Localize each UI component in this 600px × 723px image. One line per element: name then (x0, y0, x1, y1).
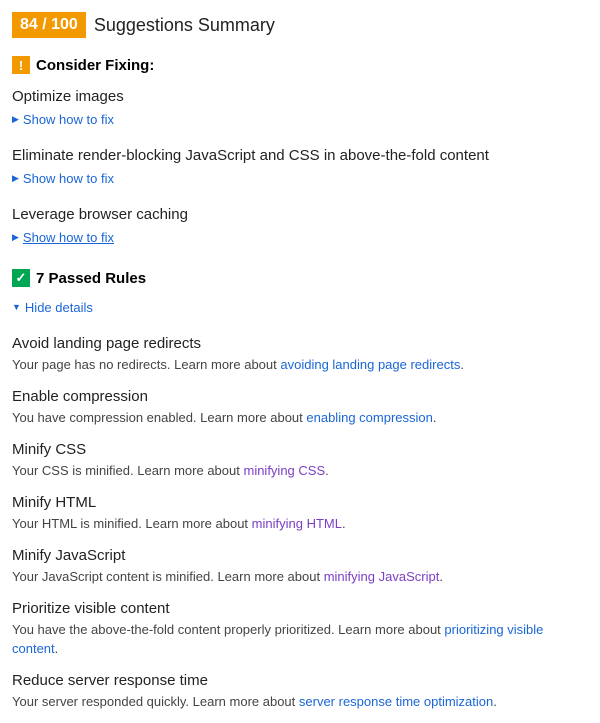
passed-rule-title: Prioritize visible content (12, 600, 588, 617)
passed-rule-title: Enable compression (12, 388, 588, 405)
chevron-right-icon: ▶ (12, 232, 19, 243)
desc-text: . (55, 641, 59, 656)
desc-text: Your JavaScript content is minified. Lea… (12, 569, 324, 584)
desc-text: Your CSS is minified. Learn more about (12, 463, 243, 478)
check-icon: ✓ (12, 269, 30, 287)
passed-rule-title: Minify HTML (12, 494, 588, 511)
passed-rule-description: Your server responded quickly. Learn mor… (12, 693, 588, 711)
passed-rule-description: Your page has no redirects. Learn more a… (12, 356, 588, 374)
score-badge: 84 / 100 (12, 12, 86, 38)
learn-more-link[interactable]: enabling compression (306, 410, 432, 425)
passed-rule-description: Your JavaScript content is minified. Lea… (12, 568, 588, 586)
warning-icon: ! (12, 56, 30, 74)
show-how-to-fix-label: Show how to fix (23, 112, 114, 127)
passed-rule-title: Minify CSS (12, 441, 588, 458)
learn-more-link[interactable]: minifying CSS (243, 463, 325, 478)
desc-text: You have compression enabled. Learn more… (12, 410, 306, 425)
consider-rule-title: Leverage browser caching (12, 206, 588, 223)
consider-fixing-title: Consider Fixing: (36, 57, 154, 74)
learn-more-link[interactable]: server response time optimization (299, 694, 493, 709)
chevron-right-icon: ▶ (12, 173, 19, 184)
desc-text: Your page has no redirects. Learn more a… (12, 357, 280, 372)
consider-rule-title: Eliminate render-blocking JavaScript and… (12, 147, 588, 164)
passed-rule-description: You have the above-the-fold content prop… (12, 621, 588, 657)
passed-rule-title: Minify JavaScript (12, 547, 588, 564)
desc-text: . (493, 694, 497, 709)
consider-fixing-list: Optimize images ▶ Show how to fix Eliminate… (12, 88, 588, 251)
learn-more-link[interactable]: minifying JavaScript (324, 569, 440, 584)
summary-header: 84 / 100 Suggestions Summary (12, 12, 588, 38)
desc-text: . (460, 357, 464, 372)
learn-more-link[interactable]: avoiding landing page redirects (280, 357, 460, 372)
chevron-down-icon: ▼ (12, 302, 21, 312)
consider-rule-title: Optimize images (12, 88, 588, 105)
learn-more-link[interactable]: minifying HTML (252, 516, 342, 531)
passed-rules-title: 7 Passed Rules (36, 270, 146, 287)
show-how-to-fix-label: Show how to fix (23, 171, 114, 186)
desc-text: Your server responded quickly. Learn mor… (12, 694, 299, 709)
page-title: Suggestions Summary (94, 15, 275, 36)
desc-text: . (342, 516, 346, 531)
desc-text: . (325, 463, 329, 478)
show-how-to-fix-toggle[interactable]: ▶ Show how to fix (12, 171, 114, 186)
show-how-to-fix-toggle[interactable]: ▶ Show how to fix (12, 230, 114, 245)
hide-details-toggle[interactable]: ▼ Hide details (12, 300, 93, 315)
show-how-to-fix-toggle[interactable]: ▶ Show how to fix (12, 112, 114, 127)
passed-rules-heading: ✓ 7 Passed Rules (12, 269, 588, 287)
desc-text: . (433, 410, 437, 425)
passed-rule-title: Reduce server response time (12, 672, 588, 689)
consider-fixing-heading: ! Consider Fixing: (12, 56, 588, 74)
passed-rule-description: You have compression enabled. Learn more… (12, 409, 588, 427)
chevron-right-icon: ▶ (12, 114, 19, 125)
desc-text: . (439, 569, 443, 584)
show-how-to-fix-label: Show how to fix (23, 230, 114, 245)
passed-rule-description: Your CSS is minified. Learn more about m… (12, 462, 588, 480)
passed-rule-title: Avoid landing page redirects (12, 335, 588, 352)
desc-text: Your HTML is minified. Learn more about (12, 516, 252, 531)
desc-text: You have the above-the-fold content prop… (12, 622, 444, 637)
passed-rule-description: Your HTML is minified. Learn more about … (12, 515, 588, 533)
passed-rules-list: Avoid landing page redirects Your page ha… (12, 335, 588, 712)
hide-details-label: Hide details (25, 300, 93, 315)
